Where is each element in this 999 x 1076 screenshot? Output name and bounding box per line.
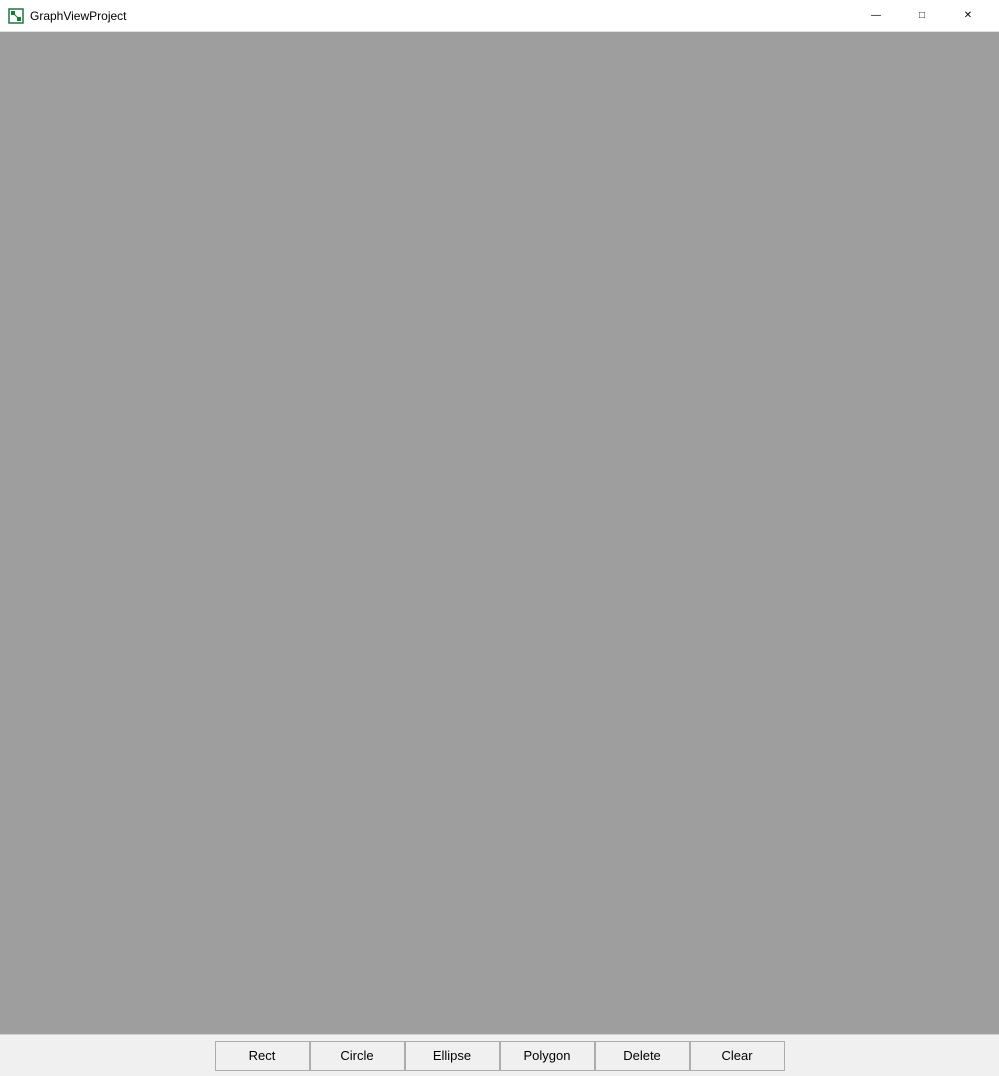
ellipse-button[interactable]: Ellipse	[405, 1041, 500, 1071]
title-bar: GraphViewProject — □ ✕	[0, 0, 999, 32]
maximize-button[interactable]: □	[899, 0, 945, 32]
delete-button[interactable]: Delete	[595, 1041, 690, 1071]
window-controls: — □ ✕	[853, 0, 991, 32]
polygon-button[interactable]: Polygon	[500, 1041, 595, 1071]
app-icon	[8, 8, 24, 24]
clear-button[interactable]: Clear	[690, 1041, 785, 1071]
rect-button[interactable]: Rect	[215, 1041, 310, 1071]
title-left: GraphViewProject	[8, 8, 127, 24]
close-button[interactable]: ✕	[945, 0, 991, 32]
window-title: GraphViewProject	[30, 9, 127, 23]
canvas-area[interactable]	[0, 32, 999, 1034]
circle-button[interactable]: Circle	[310, 1041, 405, 1071]
toolbar: RectCircleEllipsePolygonDeleteClear	[0, 1034, 999, 1076]
minimize-button[interactable]: —	[853, 0, 899, 32]
